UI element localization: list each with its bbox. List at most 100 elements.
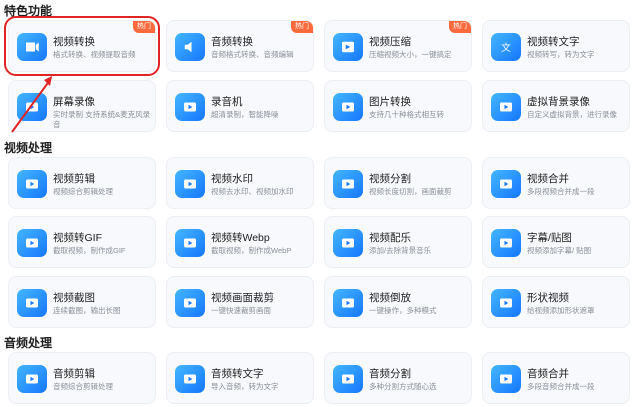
tool-card-title: 字幕/贴图 (527, 232, 572, 244)
tool-card-desc: 多段音频合并成一段 (527, 382, 595, 391)
tool-card[interactable]: 视频剪辑 视频综合剪辑处理 (8, 157, 156, 209)
tool-card-title: 图片转换 (369, 96, 411, 108)
tool-card-title: 音频分割 (369, 368, 411, 380)
tool-card-desc: 超清录制，智能降噪 (211, 110, 279, 119)
video-compress-icon (333, 33, 363, 61)
screen-record-icon (17, 93, 47, 121)
tool-card-title: 形状视频 (527, 292, 569, 304)
tool-card-desc: 压缩视频大小，一键搞定 (369, 50, 452, 59)
tool-card[interactable]: 音频转文字导入音频，转为文字 (166, 352, 314, 404)
tool-card-desc: 音频综合剪辑处理 (53, 382, 113, 391)
tool-card-title: 录音机 (211, 96, 243, 108)
shape-icon (491, 289, 521, 317)
tool-card-title: 视频转Webp (211, 232, 270, 244)
tool-card[interactable]: 视频配乐添加/去除背景音乐 (324, 216, 472, 268)
tool-card-desc: 音频格式转换、音频编辑 (211, 50, 294, 59)
tool-card[interactable]: 文 视频转文字 视频转写，转为文字 (482, 20, 630, 72)
tool-card-title: 视频配乐 (369, 232, 411, 244)
tool-card[interactable]: 视频水印视频去水印、视频加水印 (166, 157, 314, 209)
video-to-text-icon: 文 (491, 33, 521, 61)
subtitle-icon (491, 229, 521, 257)
tool-card-title: 视频倒放 (369, 292, 411, 304)
audio-convert-icon (175, 33, 205, 61)
tool-card-title: 视频剪辑 (53, 173, 95, 185)
tool-card[interactable]: 屏幕录像实时录制 支持系统&麦克风录音 (8, 80, 156, 132)
tool-card[interactable]: 虚拟背景录像自定义虚拟背景，进行录像 (482, 80, 630, 132)
tool-card-desc: 视频转写，转为文字 (527, 50, 595, 59)
crop-icon (175, 289, 205, 317)
tool-card-desc: 支持几十种格式相互转 (369, 110, 444, 119)
tool-card[interactable]: 视频转换格式转换、视频提取音频 热门 (4, 16, 160, 76)
music-icon (333, 229, 363, 257)
virtual-bg-icon (491, 93, 521, 121)
gif-icon (17, 229, 47, 257)
tool-card[interactable]: 形状视频给视频添加形状遮罩 (482, 276, 630, 328)
hot-badge: 热门 (133, 21, 155, 33)
tool-card-title: 视频压缩 (369, 36, 411, 48)
tool-card-desc: 添加/去除背景音乐 (369, 246, 432, 255)
tool-card-title: 视频截图 (53, 292, 95, 304)
hot-badge: 热门 (449, 21, 471, 33)
video-split-icon (333, 170, 363, 198)
tool-card-title: 视频分割 (369, 173, 411, 185)
tool-card-title: 屏幕录像 (53, 96, 95, 108)
tool-card[interactable]: 录音机超清录制，智能降噪 (166, 80, 314, 132)
tool-card-desc: 实时录制 支持系统&麦克风录音 (53, 110, 151, 129)
tool-card-desc: 自定义虚拟背景，进行录像 (527, 110, 617, 119)
tool-card-desc: 一键操作，多种模式 (369, 306, 437, 315)
tool-card-desc: 多种分割方式随心选 (369, 382, 437, 391)
tool-card-desc: 连续截图，输出长图 (53, 306, 121, 315)
tool-card-desc: 给视频添加形状遮罩 (527, 306, 595, 315)
tool-card-desc: 一键快速裁剪画面 (211, 306, 271, 315)
tool-card-title: 视频转GIF (53, 232, 102, 244)
video-merge-icon (491, 170, 521, 198)
tool-card[interactable]: 视频压缩压缩视频大小，一键搞定 热门 (324, 20, 472, 72)
tool-card-title: 视频转换 (53, 36, 95, 48)
recorder-icon (175, 93, 205, 121)
tool-card-desc: 截取视频，制作成WebP (211, 246, 292, 255)
tool-card[interactable]: 视频倒放一键操作，多种模式 (324, 276, 472, 328)
tool-card[interactable]: 视频画面裁剪 一键快速裁剪画面 (166, 276, 314, 328)
tool-card[interactable]: 音频剪辑音频综合剪辑处理 (8, 352, 156, 404)
tool-card-title: 音频合并 (527, 368, 569, 380)
tool-card[interactable]: 音频分割多种分割方式随心选 (324, 352, 472, 404)
tool-card-title: 音频转文字 (211, 368, 264, 380)
tool-card-desc: 视频添加字幕/ 贴图 (527, 246, 592, 255)
tool-card[interactable]: 视频合并多段视频合并成一段 (482, 157, 630, 209)
section-title-video: 视频处理 (4, 141, 53, 155)
tool-card-desc: 截取视频，制作成GIF (53, 246, 126, 255)
section-title-featured: 特色功能 (4, 4, 53, 18)
tool-card-title: 视频水印 (211, 173, 253, 185)
tool-card[interactable]: 视频转GIF 截取视频，制作成GIF (8, 216, 156, 268)
svg-text:文: 文 (501, 41, 511, 54)
tool-card[interactable]: 字幕/贴图视频添加字幕/ 贴图 (482, 216, 630, 268)
tool-card-desc: 多段视频合并成一段 (527, 187, 595, 196)
audio-edit-icon (17, 365, 47, 393)
video-convert-icon (17, 33, 47, 61)
webp-icon (175, 229, 205, 257)
tool-card-desc: 视频长度切割，画面裁剪 (369, 187, 452, 196)
tool-card[interactable]: 视频转Webp 截取视频，制作成WebP (166, 216, 314, 268)
image-convert-icon (333, 93, 363, 121)
tool-card-title: 虚拟背景录像 (527, 96, 590, 108)
watermark-icon (175, 170, 205, 198)
tool-card[interactable]: 视频分割视频长度切割，画面裁剪 (324, 157, 472, 209)
tool-card[interactable]: 音频合并多段音频合并成一段 (482, 352, 630, 404)
tool-card-desc: 导入音频，转为文字 (211, 382, 279, 391)
tool-card[interactable]: 视频截图连续截图，输出长图 (8, 276, 156, 328)
tool-card-desc: 格式转换、视频提取音频 (53, 50, 136, 59)
reverse-icon (333, 289, 363, 317)
video-edit-icon (17, 170, 47, 198)
tool-card[interactable]: 音频转换音频格式转换、音频编辑 热门 (166, 20, 314, 72)
tool-card-desc: 视频去水印、视频加水印 (211, 187, 294, 196)
tool-card-title: 视频画面裁剪 (211, 292, 274, 304)
audio-to-text-icon (175, 365, 205, 393)
tool-card-title: 音频转换 (211, 36, 253, 48)
screenshot-icon (17, 289, 47, 317)
hot-badge: 热门 (291, 21, 313, 33)
section-title-audio: 音频处理 (4, 336, 53, 350)
tool-card-title: 音频剪辑 (53, 368, 95, 380)
audio-merge-icon (491, 365, 521, 393)
tool-card[interactable]: 图片转换支持几十种格式相互转 (324, 80, 472, 132)
tool-card-title: 视频合并 (527, 173, 569, 185)
